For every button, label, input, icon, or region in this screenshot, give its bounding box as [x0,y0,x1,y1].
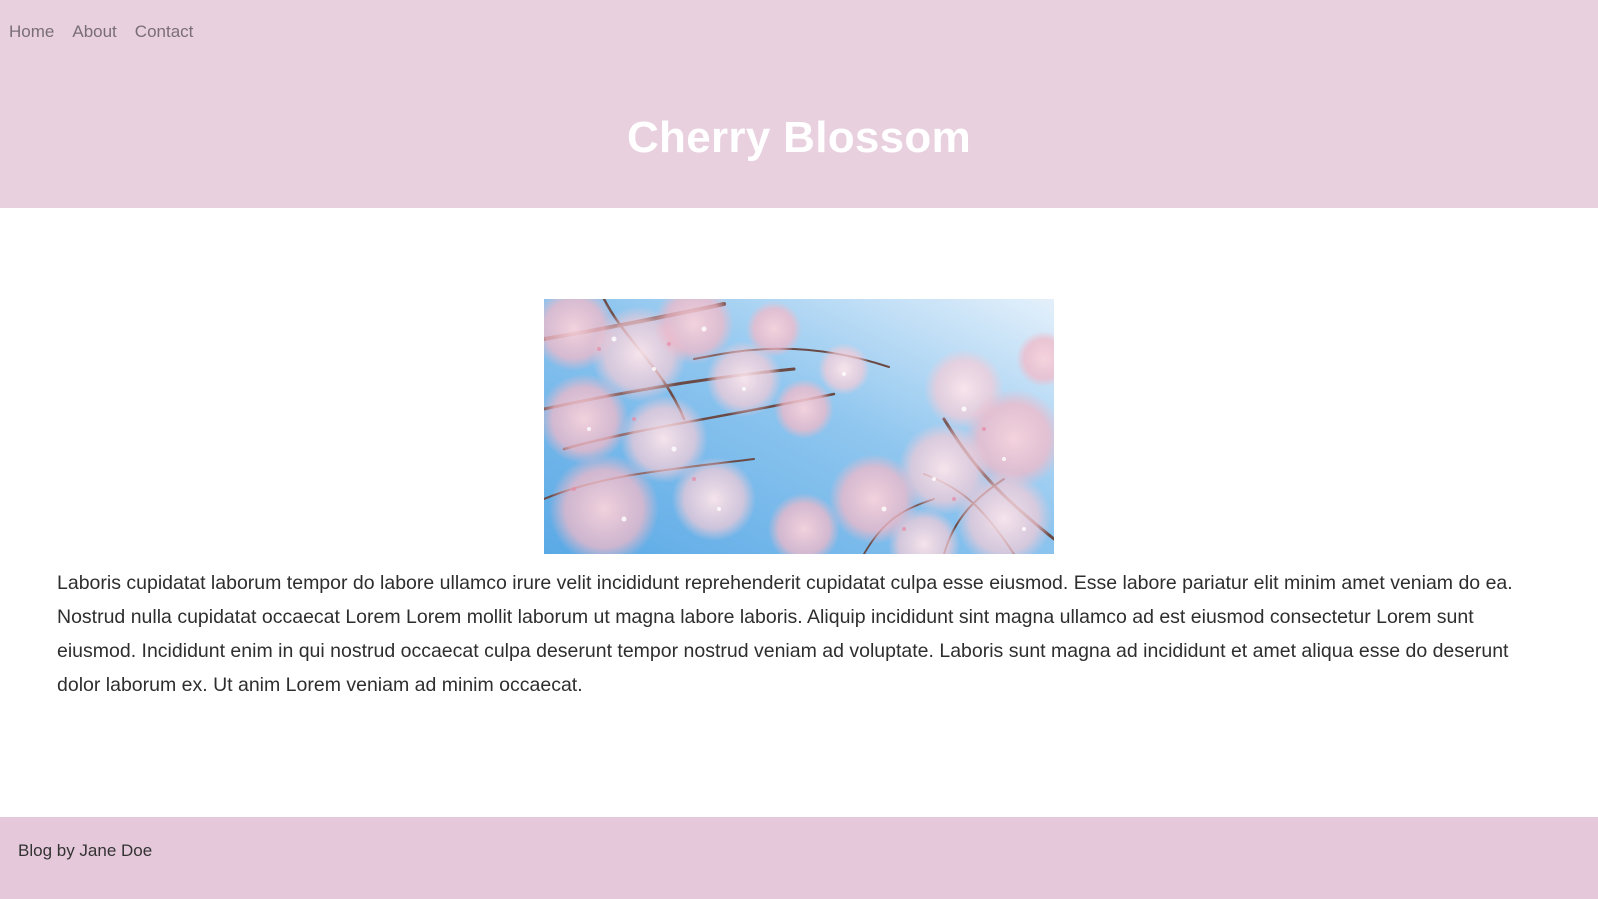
page-title: Cherry Blossom [626,113,972,162]
blog-page: Home About Contact Cherry Blossom Labori… [0,0,1598,899]
nav-link-about[interactable]: About [72,20,116,44]
footer-author-credit: Blog by Jane Doe [18,841,153,860]
photo-illustration [544,299,1054,554]
nav-link-home[interactable]: Home [9,20,54,44]
site-header: Home About Contact Cherry Blossom [0,0,1598,208]
nav-link-contact[interactable]: Contact [135,20,194,44]
site-footer: Blog by Jane Doe [0,817,1598,899]
cherry-blossom-photo [544,299,1054,554]
article-paragraph: Laboris cupidatat laborum tempor do labo… [57,572,1513,696]
top-navigation: Home About Contact [9,20,193,44]
